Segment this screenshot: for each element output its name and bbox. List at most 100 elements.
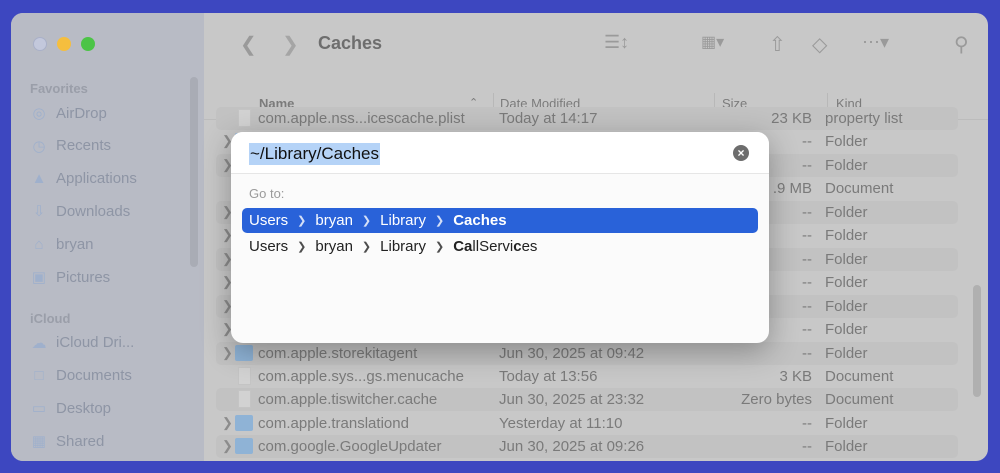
list-view-icon[interactable]: ☰↕ xyxy=(604,32,629,53)
sidebar-item[interactable]: ☁ iCloud Dri... xyxy=(30,332,135,354)
forward-button[interactable]: ❯ xyxy=(282,32,299,57)
file-size: -- xyxy=(802,156,812,174)
file-kind: Folder xyxy=(825,250,868,268)
path-input-value[interactable]: ~/Library/Caches xyxy=(249,143,380,165)
file-kind: Folder xyxy=(825,414,868,432)
desktop-icon: ▭ xyxy=(31,400,47,418)
more-actions-icon[interactable]: ⋯▾ xyxy=(862,32,889,53)
download-icon: ⇩ xyxy=(32,203,46,221)
suggestion-item[interactable]: Users ❯ bryan ❯ Library ❯ Ca llServi c es xyxy=(242,234,758,259)
file-kind: Document xyxy=(825,367,894,385)
document-icon: □ xyxy=(34,367,44,385)
chevron-right-icon: ❯ xyxy=(297,241,307,253)
file-row[interactable]: ❯ com.apple.storekitagent Jun 30, 2025 a… xyxy=(216,341,958,365)
chevron-right-icon: ❯ xyxy=(435,215,445,227)
file-date: Today at 14:17 xyxy=(499,110,598,127)
pictures-icon: ▣ xyxy=(31,269,47,286)
chevron-right-icon: ❯ xyxy=(297,215,307,227)
shared-folder-icon: ▦ xyxy=(31,433,47,451)
window-title: Caches xyxy=(318,33,383,53)
file-kind: Folder xyxy=(825,344,868,362)
file-size: -- xyxy=(802,344,812,362)
sidebar-item[interactable]: □ Documents xyxy=(30,365,131,387)
file-size: -- xyxy=(802,321,812,339)
folder-icon xyxy=(235,414,253,431)
file-kind: Folder xyxy=(825,321,868,339)
file-size: 3 KB xyxy=(779,367,812,385)
minimize-window-button[interactable] xyxy=(57,37,71,51)
file-date: Jun 30, 2025 at 09:26 xyxy=(499,438,645,456)
applications-icon: ▲ xyxy=(31,170,47,188)
sidebar-section-title: iCloud xyxy=(30,310,71,326)
sidebar-item[interactable]: ▣ Pictures xyxy=(30,266,110,288)
chevron-right-icon: ❯ xyxy=(361,215,372,227)
group-icon[interactable]: ▦▾ xyxy=(701,32,724,52)
file-kind: Folder xyxy=(825,274,868,292)
file-kind: Folder xyxy=(825,227,868,245)
sidebar-item[interactable]: ▲ Applications xyxy=(30,168,137,190)
disclosure-chevron-icon[interactable]: ❯ xyxy=(222,438,233,454)
disclosure-chevron-icon[interactable]: ❯ xyxy=(222,345,233,361)
back-button[interactable]: ❮ xyxy=(240,32,257,57)
file-size: -- xyxy=(802,250,812,268)
file-size: -- xyxy=(802,414,812,432)
clear-icon[interactable]: × xyxy=(733,145,749,161)
go-to-folder-dialog: ~/Library/Caches × Go to: Users ❯ bryan ❯ … xyxy=(231,132,769,343)
file-row[interactable]: ❯ com.google.GoogleUpdater Jun 30, 2025 … xyxy=(216,435,958,459)
file-size: -- xyxy=(802,203,812,221)
file-kind: Folder xyxy=(825,156,868,174)
file-name: com.apple.nss...icescache.plist xyxy=(258,110,465,127)
sidebar-item[interactable]: ▦ Shared xyxy=(30,430,104,452)
sidebar-section-title: Favorites xyxy=(30,81,88,96)
file-kind: Document xyxy=(825,391,894,409)
file-kind: Folder xyxy=(825,297,868,315)
sidebar-item[interactable]: ◎ AirDrop xyxy=(30,102,106,124)
sidebar-item[interactable]: ⇩ Downloads xyxy=(30,200,131,222)
file-name: com.apple.storekitagent xyxy=(258,344,418,362)
file-kind: Document xyxy=(825,180,894,198)
file-size: -- xyxy=(802,133,812,151)
document-icon xyxy=(238,109,251,127)
tag-icon[interactable]: ◇ xyxy=(812,32,827,57)
file-size: Zero bytes xyxy=(741,391,812,409)
document-icon xyxy=(238,366,251,385)
cloud-icon: ☁ xyxy=(31,334,47,352)
vertical-scrollbar[interactable] xyxy=(973,285,981,397)
sidebar-item[interactable]: ▭ Desktop xyxy=(30,397,111,419)
file-name: com.apple.translationd xyxy=(258,414,409,432)
file-size: -- xyxy=(802,227,812,245)
file-date: Yesterday at 11:10 xyxy=(499,414,623,432)
disclosure-chevron-icon[interactable]: ❯ xyxy=(222,415,233,431)
file-date: Jun 30, 2025 at 23:32 xyxy=(499,391,645,409)
search-icon[interactable]: ⚲ xyxy=(954,32,969,57)
file-row[interactable]: com.apple.nss...icescache.plist Today at… xyxy=(216,107,958,130)
sidebar-item[interactable]: ◷ Recents xyxy=(30,135,111,157)
file-row[interactable]: com.apple.sys...gs.menucache Today at 13… xyxy=(216,365,958,388)
file-row[interactable]: com.apple.tiswitcher.cache Jun 30, 2025 … xyxy=(216,388,958,412)
share-icon[interactable]: ⇧ xyxy=(769,32,786,57)
clock-icon: ◷ xyxy=(32,137,46,155)
sidebar-scrollbar[interactable] xyxy=(190,77,198,267)
file-row[interactable]: ❯ com.apple.translationd Yesterday at 11… xyxy=(216,412,958,435)
suggestion-item[interactable]: Users ❯ bryan ❯ Library ❯ Caches xyxy=(242,208,758,233)
file-name: com.apple.sys...gs.menucache xyxy=(258,367,464,385)
file-kind: Folder xyxy=(825,203,868,221)
file-size: -- xyxy=(802,297,812,315)
zoom-window-button[interactable] xyxy=(81,37,95,51)
file-date: Jun 30, 2025 at 09:42 xyxy=(499,344,645,362)
file-size: 23 KB xyxy=(771,110,812,127)
airdrop-icon: ◎ xyxy=(32,105,46,122)
chevron-right-icon: ❯ xyxy=(361,241,372,253)
home-icon: ⌂ xyxy=(34,235,44,253)
file-size: -- xyxy=(802,274,812,292)
chevron-right-icon: ❯ xyxy=(435,241,445,253)
file-kind: Folder xyxy=(825,133,868,151)
file-date: Today at 13:56 xyxy=(499,367,598,385)
sidebar-item[interactable]: ⌂ bryan xyxy=(30,233,93,255)
close-window-button[interactable] xyxy=(33,37,47,51)
file-kind: Folder xyxy=(825,438,868,456)
toolbar: ❮ ❯ Caches ☰↕ ▦▾ ⇧ ◇ ⋯▾ ⚲ xyxy=(204,13,988,87)
file-size: .9 MB xyxy=(772,180,812,198)
path-input[interactable]: ~/Library/Caches × xyxy=(231,132,769,174)
file-name: com.google.GoogleUpdater xyxy=(258,438,442,456)
